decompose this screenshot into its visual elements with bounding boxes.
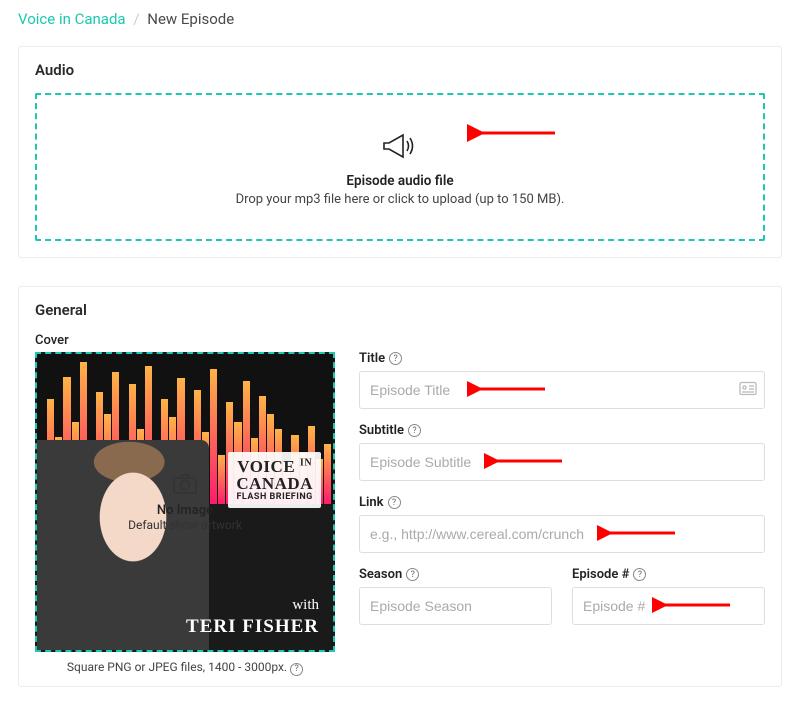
title-input[interactable] (359, 371, 765, 409)
help-icon[interactable]: ? (406, 568, 419, 581)
title-field-group: Title ? (359, 351, 765, 409)
breadcrumb-current: New Episode (147, 10, 234, 28)
general-section: General Cover VOICE IN CANADA FLASH BRIE… (18, 286, 782, 687)
help-icon[interactable]: ? (290, 663, 303, 676)
link-input[interactable] (359, 515, 765, 553)
episode-number-input[interactable] (572, 587, 765, 625)
help-icon[interactable]: ? (633, 568, 646, 581)
annotation-arrow (467, 123, 557, 143)
breadcrumb-separator: / (133, 10, 139, 28)
help-icon[interactable]: ? (389, 352, 402, 365)
cover-hint: Square PNG or JPEG files, 1400 - 3000px.… (35, 660, 335, 676)
season-label: Season (359, 567, 402, 582)
cover-artwork-preview: VOICE IN CANADA FLASH BRIEFING with TERI… (37, 354, 333, 650)
audio-dropzone[interactable]: Episode audio file Drop your mp3 file he… (35, 93, 765, 241)
audio-section-title: Audio (35, 61, 765, 79)
episode-number-label: Episode # (572, 567, 629, 582)
general-section-title: General (35, 301, 765, 319)
episode-number-field-group: Episode # ? (572, 567, 765, 625)
audio-drop-subtitle: Drop your mp3 file here or click to uplo… (57, 192, 743, 207)
season-field-group: Season ? (359, 567, 552, 625)
audio-section: Audio Episode audio file Drop your mp3 f… (18, 46, 782, 258)
title-label: Title (359, 351, 385, 366)
breadcrumb-parent-link[interactable]: Voice in Canada (18, 10, 126, 28)
link-field-group: Link ? (359, 495, 765, 553)
subtitle-field-group: Subtitle ? (359, 423, 765, 481)
subtitle-label: Subtitle (359, 423, 404, 438)
season-input[interactable] (359, 587, 552, 625)
cover-dropzone[interactable]: VOICE IN CANADA FLASH BRIEFING with TERI… (35, 352, 335, 652)
help-icon[interactable]: ? (408, 424, 421, 437)
help-icon[interactable]: ? (388, 496, 401, 509)
subtitle-input[interactable] (359, 443, 765, 481)
megaphone-icon (381, 131, 419, 165)
cover-label: Cover (35, 333, 335, 348)
breadcrumb: Voice in Canada / New Episode (18, 10, 782, 28)
audio-drop-title: Episode audio file (57, 173, 743, 189)
id-card-icon[interactable] (739, 381, 757, 400)
link-label: Link (359, 495, 384, 510)
